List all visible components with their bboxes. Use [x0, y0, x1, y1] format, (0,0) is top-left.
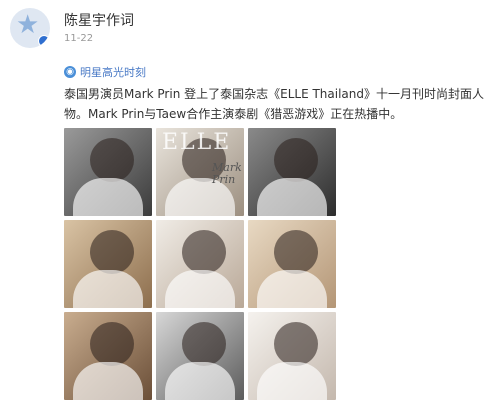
photo-3[interactable] [248, 128, 336, 216]
weibo-post: ★ 陈星宇作词 11-22 ◉ 明星高光时刻 泰国男演员Mark Prin 登上… [0, 0, 499, 401]
cover-logo: ELLE [162, 130, 232, 155]
topic-icon: ◉ [64, 66, 76, 78]
verified-badge-icon [38, 35, 50, 47]
post-text: 泰国男演员Mark Prin 登上了泰国杂志《ELLE Thailand》十一月… [64, 87, 485, 121]
cover-name: Mark Prin [212, 161, 242, 186]
photo-2-magazine-cover[interactable]: ELLE Mark Prin [156, 128, 244, 216]
post-time: 11-22 [64, 33, 94, 44]
photo-8[interactable] [156, 312, 244, 400]
photo-9[interactable] [248, 312, 336, 400]
photo-4[interactable] [64, 220, 152, 308]
star-icon: ★ [16, 10, 40, 40]
photo-7[interactable] [64, 312, 152, 400]
photo-1[interactable] [64, 128, 152, 216]
avatar[interactable]: ★ [10, 8, 50, 48]
photo-grid: ELLE Mark Prin [64, 128, 336, 400]
photo-6[interactable] [248, 220, 336, 308]
topic-label: 明星高光时刻 [80, 66, 146, 79]
photo-5[interactable] [156, 220, 244, 308]
topic-tag[interactable]: ◉ 明星高光时刻 [64, 64, 146, 80]
author-name[interactable]: 陈星宇作词 [64, 10, 134, 30]
